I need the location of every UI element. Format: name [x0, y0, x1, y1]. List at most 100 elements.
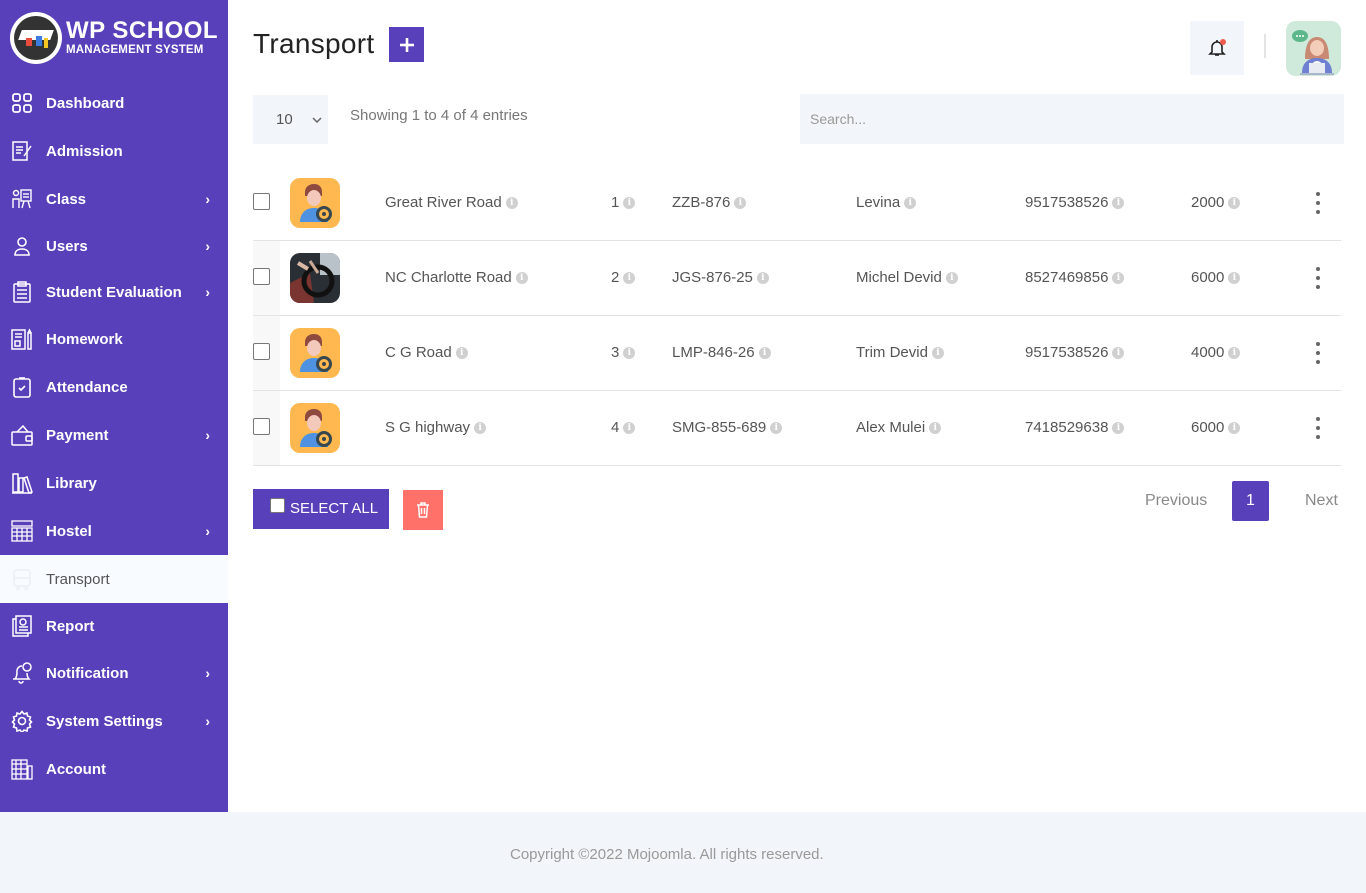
sidebar-item-label: Class	[46, 190, 87, 208]
clipboard-list-icon	[11, 281, 33, 303]
info-icon[interactable]: i	[1112, 421, 1125, 434]
info-icon[interactable]: i	[505, 196, 518, 209]
bell-badge-icon	[11, 662, 33, 684]
driver-name: Levina i	[856, 194, 917, 211]
brand-subtitle: MANAGEMENT SYSTEM	[66, 44, 204, 56]
brand-title: WP SCHOOL	[66, 17, 219, 44]
sidebar-item-report[interactable]: Report	[0, 603, 228, 649]
user-icon	[11, 235, 33, 257]
info-icon[interactable]: i	[1228, 421, 1241, 434]
sidebar-item-attendance[interactable]: Attendance	[0, 363, 228, 411]
select-all-label: SELECT ALL	[290, 500, 379, 517]
select-all-checkbox[interactable]	[270, 498, 285, 513]
more-actions-icon[interactable]	[1311, 417, 1325, 439]
previous-page-button[interactable]: Previous	[1145, 492, 1207, 510]
sidebar-item-notification[interactable]: Notification ›	[0, 649, 228, 697]
notification-button[interactable]	[1190, 21, 1244, 75]
form-edit-icon	[11, 140, 33, 162]
info-icon[interactable]: i	[904, 196, 917, 209]
table-row: NC Charlotte Road i 2i JGS-876-25 i Michel…	[253, 241, 1341, 316]
info-icon[interactable]: i	[474, 421, 487, 434]
vehicle-number: JGS-876-25 i	[672, 269, 769, 286]
brand-logo[interactable]: WP SCHOOL MANAGEMENT SYSTEM	[10, 12, 218, 64]
row-checkbox[interactable]	[253, 193, 270, 210]
info-icon[interactable]: i	[623, 346, 636, 359]
vehicle-number: ZZB-876 i	[672, 194, 747, 211]
row-checkbox[interactable]	[253, 268, 270, 285]
page-1-button[interactable]: 1	[1232, 481, 1269, 521]
sidebar-item-admission[interactable]: Admission	[0, 127, 228, 175]
route-number: 2i	[611, 269, 636, 286]
more-actions-icon[interactable]	[1311, 267, 1325, 289]
route-number: 3i	[611, 344, 636, 361]
info-icon[interactable]: i	[623, 196, 636, 209]
delete-selected-button[interactable]	[403, 490, 443, 530]
sidebar-item-class[interactable]: Class ›	[0, 175, 228, 223]
sidebar-item-label: Attendance	[46, 378, 128, 396]
info-icon[interactable]: i	[1112, 346, 1125, 359]
info-icon[interactable]: i	[1228, 196, 1241, 209]
info-icon[interactable]: i	[770, 421, 783, 434]
sidebar-item-users[interactable]: Users ›	[0, 223, 228, 269]
add-transport-button[interactable]	[389, 27, 424, 62]
info-icon[interactable]: i	[931, 346, 944, 359]
info-icon[interactable]: i	[1228, 271, 1241, 284]
route-number: 1i	[611, 194, 636, 211]
info-icon[interactable]: i	[929, 421, 942, 434]
sidebar-item-dashboard[interactable]: Dashboard	[0, 79, 228, 127]
search-input[interactable]	[800, 94, 1344, 144]
entries-info: Showing 1 to 4 of 4 entries	[350, 107, 528, 124]
page-length-value: 10	[276, 111, 293, 128]
sidebar-item-label: Dashboard	[46, 94, 125, 112]
sidebar-item-label: Notification	[46, 664, 129, 682]
sidebar-item-payment[interactable]: Payment ›	[0, 411, 228, 459]
sidebar-item-label: Payment	[46, 426, 109, 444]
page-length-select[interactable]: 10	[253, 95, 328, 144]
avatar[interactable]	[1286, 21, 1341, 76]
chevron-down-icon	[312, 114, 322, 126]
grid-icon	[11, 92, 33, 114]
more-actions-icon[interactable]	[1311, 192, 1325, 214]
driver-name: Trim Devid i	[856, 344, 944, 361]
route-name: C G Road i	[385, 344, 468, 361]
info-icon[interactable]: i	[515, 271, 528, 284]
sidebar-item-system-settings[interactable]: System Settings ›	[0, 697, 228, 745]
wallet-icon	[11, 424, 33, 446]
info-icon[interactable]: i	[623, 421, 636, 434]
sidebar-item-label: Transport	[46, 570, 110, 588]
next-page-button[interactable]: Next	[1305, 492, 1338, 510]
info-icon[interactable]: i	[945, 271, 958, 284]
driver-name: Alex Mulei i	[856, 419, 942, 436]
sidebar-item-student-evaluation[interactable]: Student Evaluation ›	[0, 269, 228, 315]
sidebar-item-homework[interactable]: Homework	[0, 315, 228, 363]
route-fare: 6000 i	[1191, 269, 1241, 286]
sidebar-item-transport[interactable]: Transport	[0, 555, 228, 603]
sidebar-item-hostel[interactable]: Hostel ›	[0, 507, 228, 555]
notification-dot	[1220, 39, 1226, 45]
plus-icon	[399, 37, 414, 52]
driver-name: Michel Devid i	[856, 269, 958, 286]
info-icon[interactable]: i	[1228, 346, 1241, 359]
more-actions-icon[interactable]	[1311, 342, 1325, 364]
route-name: S G highway i	[385, 419, 487, 436]
row-checkbox[interactable]	[253, 343, 270, 360]
sidebar-item-label: Report	[46, 617, 95, 635]
row-checkbox[interactable]	[253, 418, 270, 435]
books-icon	[11, 472, 33, 494]
table-row: S G highway i 4i SMG-855-689 i Alex Mulei i…	[253, 391, 1341, 466]
info-icon[interactable]: i	[623, 271, 636, 284]
sidebar-item-library[interactable]: Library	[0, 459, 228, 507]
select-all-button[interactable]: SELECT ALL	[253, 489, 389, 529]
report-icon	[11, 615, 33, 637]
chevron-right-icon: ›	[205, 713, 210, 729]
table-row: C G Road i 3i LMP-846-26 i Trim Devid i 951…	[253, 316, 1341, 391]
chevron-right-icon: ›	[205, 665, 210, 681]
info-icon[interactable]: i	[734, 196, 747, 209]
info-icon[interactable]: i	[756, 271, 769, 284]
route-number: 4i	[611, 419, 636, 436]
info-icon[interactable]: i	[455, 346, 468, 359]
info-icon[interactable]: i	[1112, 196, 1125, 209]
info-icon[interactable]: i	[758, 346, 771, 359]
sidebar-item-account[interactable]: Account	[0, 745, 228, 793]
info-icon[interactable]: i	[1112, 271, 1125, 284]
